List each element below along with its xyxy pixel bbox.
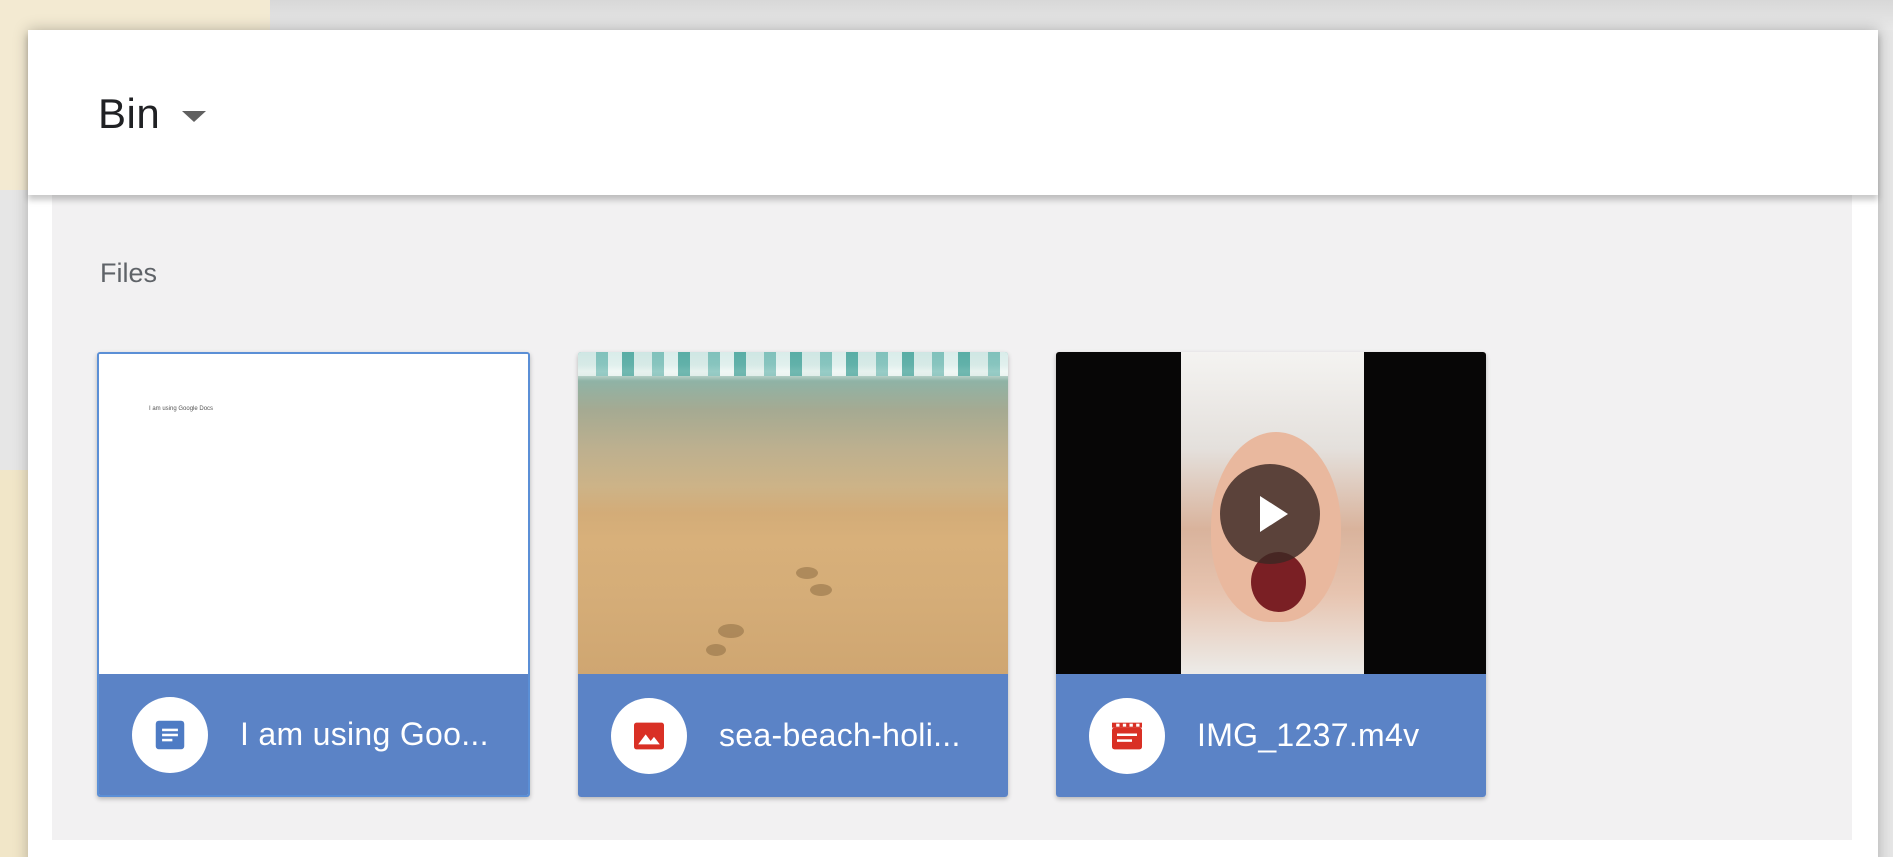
file-card-footer: I am using Goo... [99,674,528,795]
footprint [796,567,818,579]
file-card-footer: sea-beach-holi... [578,674,1008,797]
background-band [0,0,1893,30]
files-section-label: Files [100,258,158,288]
doc-icon [132,696,208,773]
video-thumbnail [1056,352,1486,674]
play-button[interactable] [1220,464,1320,564]
video-icon [1089,697,1165,774]
file-card-footer: IMG_1237.m4v [1056,674,1486,797]
wave-foam [578,352,1008,376]
footprint [718,624,744,638]
play-icon [1260,496,1288,532]
file-card-image[interactable]: sea-beach-holi... [578,352,1008,797]
bin-title-dropdown[interactable]: Bin [98,90,207,138]
footprint [706,644,726,656]
bin-window: Bin Files I am using Google Docs I am us… [28,30,1878,857]
doc-preview-text: I am using Google Docs [149,406,214,412]
page-title: Bin [98,90,161,137]
background-panel-side [0,470,30,857]
doc-thumbnail: I am using Google Docs [99,354,528,676]
chevron-down-icon[interactable] [182,110,207,122]
footprint [810,584,832,596]
file-name: sea-beach-holi... [719,717,961,753]
image-thumbnail [578,352,1008,674]
image-icon [611,697,687,774]
files-content: Files I am using Google Docs I am using … [52,195,1852,840]
file-name: I am using Goo... [240,716,489,752]
file-card-doc[interactable]: I am using Google Docs I am using Goo... [97,352,530,797]
app-header: Bin [28,30,1878,195]
file-card-video[interactable]: IMG_1237.m4v [1056,352,1486,797]
file-name: IMG_1237.m4v [1197,717,1420,753]
